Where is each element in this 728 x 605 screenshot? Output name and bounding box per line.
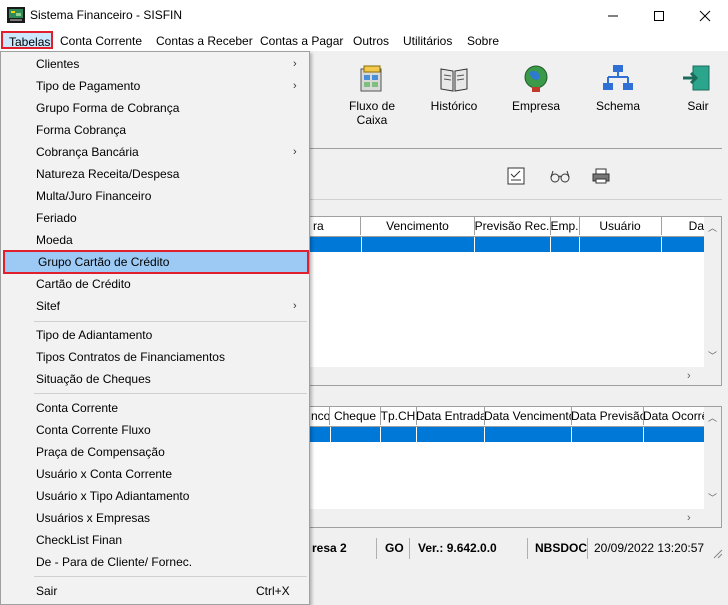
- sair-button[interactable]: Sair: [658, 63, 728, 113]
- close-icon[interactable]: [682, 0, 728, 31]
- menuitem-situacao-de-cheques[interactable]: Situação de Cheques: [1, 368, 309, 390]
- menuitem-tipos-contratos-de-financiamentos[interactable]: Tipos Contratos de Financiamentos: [1, 346, 309, 368]
- scroll-up-icon[interactable]: ︿: [708, 221, 717, 234]
- checklist-icon[interactable]: [507, 167, 525, 188]
- fluxo-de-caixa-button[interactable]: Fluxo de Caixa: [332, 63, 412, 127]
- status-database: NBSDOC: [535, 541, 588, 555]
- menuitem-tipo-de-adiantamento[interactable]: Tipo de Adiantamento: [1, 324, 309, 346]
- menu-contas-a-receber[interactable]: Contas a Receber: [155, 33, 254, 49]
- menuitem-natureza-receita-despesa[interactable]: Natureza Receita/Despesa: [1, 163, 309, 185]
- menuitem-de-para-cliente-fornec[interactable]: De - Para de Cliente/ Fornec.: [1, 551, 309, 573]
- app-icon: [7, 7, 25, 23]
- menuitem-cartao-de-credito[interactable]: Cartão de Crédito: [1, 273, 309, 295]
- menuitem-tipo-de-pagamento[interactable]: Tipo de Pagamento ›: [1, 75, 309, 97]
- empresa-button[interactable]: Empresa: [496, 63, 576, 113]
- grid2-col-cheque[interactable]: Cheque: [330, 407, 381, 425]
- glasses-icon[interactable]: [549, 169, 571, 186]
- menuitem-sair[interactable]: Sair Ctrl+X: [1, 580, 309, 602]
- grid1-col-da[interactable]: Da: [661, 217, 704, 235]
- schema-button[interactable]: Schema: [578, 63, 658, 113]
- grid1-col-ra[interactable]: ra: [301, 217, 361, 235]
- grid2-col-data-previsao[interactable]: Data Previsão: [571, 407, 644, 425]
- scroll-down-icon[interactable]: ﹀: [708, 491, 717, 504]
- menuitem-conta-corrente[interactable]: Conta Corrente: [1, 397, 309, 419]
- grid2-col-data-vencimento[interactable]: Data Vencimento: [484, 407, 572, 425]
- schema-label: Schema: [595, 99, 641, 113]
- shortcut-label: Ctrl+X: [256, 584, 290, 598]
- menuitem-multa-juro-financeiro[interactable]: Multa/Juro Financeiro: [1, 185, 309, 207]
- menuitem-moeda[interactable]: Moeda: [1, 229, 309, 251]
- menuitem-feriado[interactable]: Feriado: [1, 207, 309, 229]
- menuitem-forma-cobranca[interactable]: Forma Cobrança: [1, 119, 309, 141]
- historico-label: Histórico: [430, 99, 478, 113]
- menu-tabelas[interactable]: Tabelas: [1, 31, 53, 49]
- menu-bar: Tabelas Conta Corrente Contas a Receber …: [0, 31, 728, 51]
- grid1-col-emp[interactable]: Emp.: [550, 217, 580, 235]
- scroll-up-icon[interactable]: ︿: [708, 411, 717, 424]
- menuitem-usuarios-x-empresas[interactable]: Usuários x Empresas: [1, 507, 309, 529]
- menuitem-grupo-forma-de-cobranca[interactable]: Grupo Forma de Cobrança: [1, 97, 309, 119]
- grid1-vertical-scrollbar[interactable]: ︿ ﹀: [704, 217, 721, 367]
- menu-conta-corrente[interactable]: Conta Corrente: [59, 33, 143, 49]
- submenu-arrow-icon: ›: [293, 80, 297, 92]
- menuitem-usuario-x-tipo-adiantamento[interactable]: Usuário x Tipo Adiantamento: [1, 485, 309, 507]
- tabelas-dropdown-menu: Clientes › Tipo de Pagamento › Grupo Forma…: [0, 51, 310, 605]
- grid2-col-data-ocorrencia[interactable]: Data Ocorrê: [643, 407, 704, 425]
- menuitem-checklist-finan[interactable]: CheckList Finan: [1, 529, 309, 551]
- menu-utilitarios[interactable]: Utilitários: [402, 33, 453, 49]
- maximize-icon[interactable]: [636, 0, 682, 31]
- grid1-selected-row[interactable]: [301, 237, 704, 252]
- menu-sobre[interactable]: Sobre: [466, 33, 500, 49]
- menuitem-cobranca-bancaria[interactable]: Cobrança Bancária ›: [1, 141, 309, 163]
- submenu-arrow-icon: ›: [293, 58, 297, 70]
- exit-door-icon: [683, 65, 710, 91]
- menu-contas-a-pagar[interactable]: Contas a Pagar: [259, 33, 344, 49]
- minimize-icon[interactable]: [590, 0, 636, 31]
- title-bar: Sistema Financeiro - SISFIN: [0, 0, 728, 31]
- status-uf: GO: [385, 541, 404, 555]
- menu-separator: [34, 321, 307, 322]
- status-datetime: 20/09/2022 13:20:57: [594, 541, 705, 555]
- submenu-arrow-icon: ›: [293, 300, 297, 312]
- sair-label: Sair: [687, 99, 709, 113]
- menuitem-usuario-x-conta-corrente[interactable]: Usuário x Conta Corrente: [1, 463, 309, 485]
- menuitem-clientes[interactable]: Clientes ›: [1, 53, 309, 75]
- menuitem-conta-corrente-fluxo[interactable]: Conta Corrente Fluxo: [1, 419, 309, 441]
- historico-button[interactable]: Histórico: [414, 63, 494, 113]
- grid1-col-usuario[interactable]: Usuário: [579, 217, 662, 235]
- menuitem-praca-de-compensacao[interactable]: Praça de Compensação: [1, 441, 309, 463]
- grid2-selected-row[interactable]: [301, 427, 704, 442]
- scroll-right-icon[interactable]: ›: [687, 512, 691, 524]
- menu-separator: [34, 576, 307, 577]
- scroll-down-icon[interactable]: ﹀: [708, 349, 717, 362]
- empresa-label: Empresa: [511, 99, 561, 113]
- globe-icon: [524, 65, 548, 92]
- grid2-col-data-entrada[interactable]: Data Entrada: [416, 407, 485, 425]
- menu-outros[interactable]: Outros: [352, 33, 390, 49]
- fluxo-de-caixa-label: Fluxo de Caixa: [348, 99, 396, 127]
- menu-separator: [34, 393, 307, 394]
- window-title: Sistema Financeiro - SISFIN: [30, 8, 183, 22]
- submenu-arrow-icon: ›: [293, 146, 297, 158]
- grid1-col-previsao-rec[interactable]: Previsão Rec.: [474, 217, 551, 235]
- scroll-right-icon[interactable]: ›: [687, 370, 691, 382]
- status-empresa: resa 2: [312, 541, 347, 555]
- book-icon: [440, 68, 468, 92]
- resize-grip-icon[interactable]: [712, 548, 724, 563]
- schema-icon: [603, 65, 633, 90]
- grid2-vertical-scrollbar[interactable]: ︿ ﹀: [704, 407, 721, 509]
- status-version: Ver.: 9.642.0.0: [418, 541, 497, 555]
- grid1-col-vencimento[interactable]: Vencimento: [361, 217, 475, 235]
- cash-flow-icon: [360, 65, 382, 92]
- grid2-col-tpch[interactable]: Tp.CH: [380, 407, 417, 425]
- printer-icon[interactable]: [592, 168, 610, 187]
- menuitem-grupo-cartao-de-credito[interactable]: Grupo Cartão de Crédito: [3, 250, 309, 274]
- menuitem-sitef[interactable]: Sitef ›: [1, 295, 309, 317]
